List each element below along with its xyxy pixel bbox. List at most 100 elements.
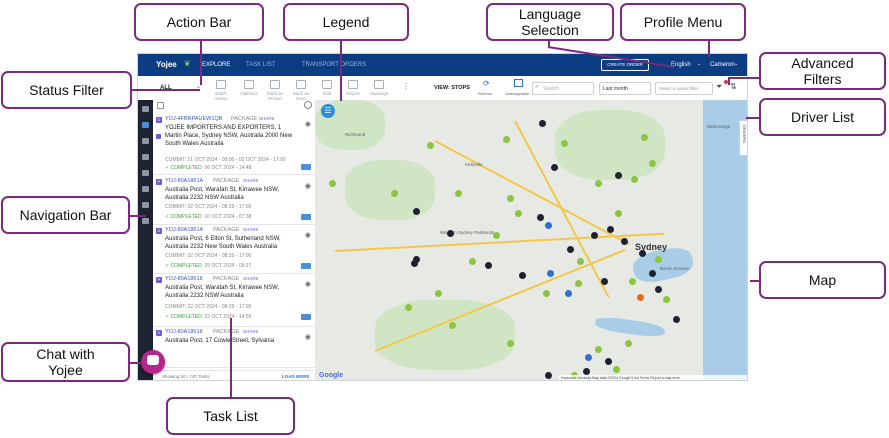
map-pin[interactable] — [613, 366, 620, 373]
map-pin[interactable] — [405, 304, 412, 311]
map-pin[interactable] — [493, 232, 500, 239]
map-pin[interactable] — [551, 164, 558, 171]
map-pin[interactable] — [655, 256, 662, 263]
refresh-icon[interactable]: ⟳ — [483, 79, 490, 88]
tab-task-list[interactable]: TASK LIST — [246, 62, 276, 68]
report-button[interactable]: Report — [342, 80, 364, 96]
task-id[interactable]: YOJ-80A1861A — [165, 227, 203, 233]
list-item[interactable]: D YOJ-80A18618 PACKAGE SHARE Australia P… — [153, 327, 315, 368]
map-pin[interactable] — [539, 120, 546, 127]
map-pin[interactable] — [447, 230, 454, 237]
task-id[interactable]: YOJ-80A18618 — [165, 329, 203, 335]
map-pin[interactable] — [515, 210, 522, 217]
map-pin[interactable] — [545, 222, 552, 229]
tab-transport-orders[interactable]: TRANSPORT ORDERS — [302, 62, 366, 68]
map-pin[interactable] — [503, 136, 510, 143]
map-pin[interactable] — [673, 316, 680, 323]
map-pin[interactable] — [567, 246, 574, 253]
map-pin[interactable] — [649, 160, 656, 167]
map-pin[interactable] — [595, 180, 602, 187]
map-pin[interactable] — [485, 262, 492, 269]
view-selector[interactable]: VIEW: STOPS — [434, 85, 470, 91]
drivers-tab[interactable]: DRIVERS — [739, 120, 747, 156]
map-pin[interactable] — [591, 232, 598, 239]
chat-button[interactable] — [141, 350, 165, 374]
eye-icon[interactable]: ◉ — [305, 333, 311, 341]
map-pin[interactable] — [585, 354, 592, 361]
map-pin[interactable] — [427, 142, 434, 149]
optimize-button[interactable]: Optimize — [238, 80, 260, 96]
map-pin[interactable] — [575, 280, 582, 287]
map-pin[interactable] — [649, 270, 656, 277]
map-pin[interactable] — [519, 272, 526, 279]
mark-drop-button[interactable]: Mark as Drop — [290, 80, 312, 101]
map-pin[interactable] — [605, 358, 612, 365]
map-pin[interactable] — [595, 346, 602, 353]
task-id[interactable]: YOJ-80A18618 — [165, 276, 203, 282]
notifications-nav-icon[interactable] — [142, 202, 149, 208]
map-pin[interactable] — [507, 340, 514, 347]
map-pin[interactable] — [413, 208, 420, 215]
batch-assign-button[interactable]: Batch Assign — [210, 80, 232, 101]
map-pin[interactable] — [583, 368, 590, 375]
map-pin[interactable] — [547, 270, 554, 277]
map-pin[interactable] — [455, 190, 462, 197]
map-pin[interactable] — [615, 172, 622, 179]
map-nav-icon[interactable] — [142, 122, 149, 128]
sort-icon[interactable]: ⇅ — [730, 82, 737, 91]
date-range-select[interactable]: Last month — [599, 82, 651, 95]
orders-nav-icon[interactable] — [142, 138, 149, 144]
map-pin[interactable] — [449, 322, 456, 329]
clock-icon[interactable] — [304, 101, 312, 109]
map-pin[interactable] — [561, 140, 568, 147]
list-item[interactable]: D YOJ-80A1861A PACKAGE SHARE Australia P… — [153, 225, 315, 274]
task-id[interactable]: YOJ-80A1861A — [165, 178, 203, 184]
load-more-button[interactable]: LOAD MORE — [282, 374, 310, 379]
map-pin[interactable] — [629, 278, 636, 285]
eye-icon[interactable]: ◉ — [305, 120, 311, 128]
map-pin[interactable] — [391, 190, 398, 197]
map-pin[interactable] — [469, 258, 476, 265]
task-id[interactable]: YOJ-4FBRPAUEW1QB — [165, 116, 222, 122]
more-vertical-icon[interactable]: ⋮ — [402, 82, 410, 91]
map[interactable]: Sydney Western Sydney Parklands Bondi Ju… — [315, 100, 747, 380]
legend-button[interactable]: ☰ — [321, 104, 335, 118]
layers-nav-icon[interactable] — [142, 218, 149, 224]
unassign-button[interactable]: Unassign — [368, 80, 390, 96]
map-pin[interactable] — [663, 296, 670, 303]
map-pin[interactable] — [631, 176, 638, 183]
map-pin[interactable] — [507, 195, 514, 202]
eye-icon[interactable]: ◉ — [305, 231, 311, 239]
map-pin[interactable] — [329, 180, 336, 187]
eye-icon[interactable]: ◉ — [305, 182, 311, 190]
list-item[interactable]: P YOJ-80A1861A PACKAGE SHARE Australia P… — [153, 176, 315, 225]
mark-picked-button[interactable]: Mark as Picked — [264, 80, 286, 101]
map-pin[interactable] — [637, 294, 644, 301]
map-pin[interactable] — [607, 226, 614, 233]
unassignable-icon[interactable] — [514, 79, 523, 87]
list-item[interactable]: D YOJ-4FBRPAUEW1QB PACKAGE SHARE YOJEE I… — [153, 114, 315, 175]
eye-icon[interactable]: ◉ — [305, 280, 311, 288]
map-pin[interactable] — [537, 214, 544, 221]
filter-icon[interactable]: ⏷ — [716, 82, 722, 92]
profile-menu[interactable]: Cameron — [710, 62, 735, 68]
saved-filter-select[interactable]: Select a saved filter — [655, 82, 713, 95]
map-pin[interactable] — [435, 290, 442, 297]
search-input[interactable]: ⌕ Search — [532, 82, 594, 95]
map-pin[interactable] — [565, 290, 572, 297]
map-pin[interactable] — [601, 278, 608, 285]
map-pin[interactable] — [641, 134, 648, 141]
map-pin[interactable] — [413, 256, 420, 263]
tab-explore[interactable]: EXPLORE — [202, 62, 230, 68]
map-pin[interactable] — [577, 258, 584, 265]
map-pin[interactable] — [655, 286, 662, 293]
edit-button[interactable]: Edit — [316, 80, 338, 96]
map-pin[interactable] — [615, 210, 622, 217]
map-pin[interactable] — [625, 340, 632, 347]
vehicles-nav-icon[interactable] — [142, 154, 149, 160]
explore-nav-icon[interactable] — [142, 106, 149, 112]
map-pin[interactable] — [545, 372, 552, 379]
map-pin[interactable] — [621, 238, 628, 245]
settings-nav-icon[interactable] — [142, 186, 149, 192]
list-item[interactable]: P YOJ-80A18618 PACKAGE SHARE Australia P… — [153, 274, 315, 327]
